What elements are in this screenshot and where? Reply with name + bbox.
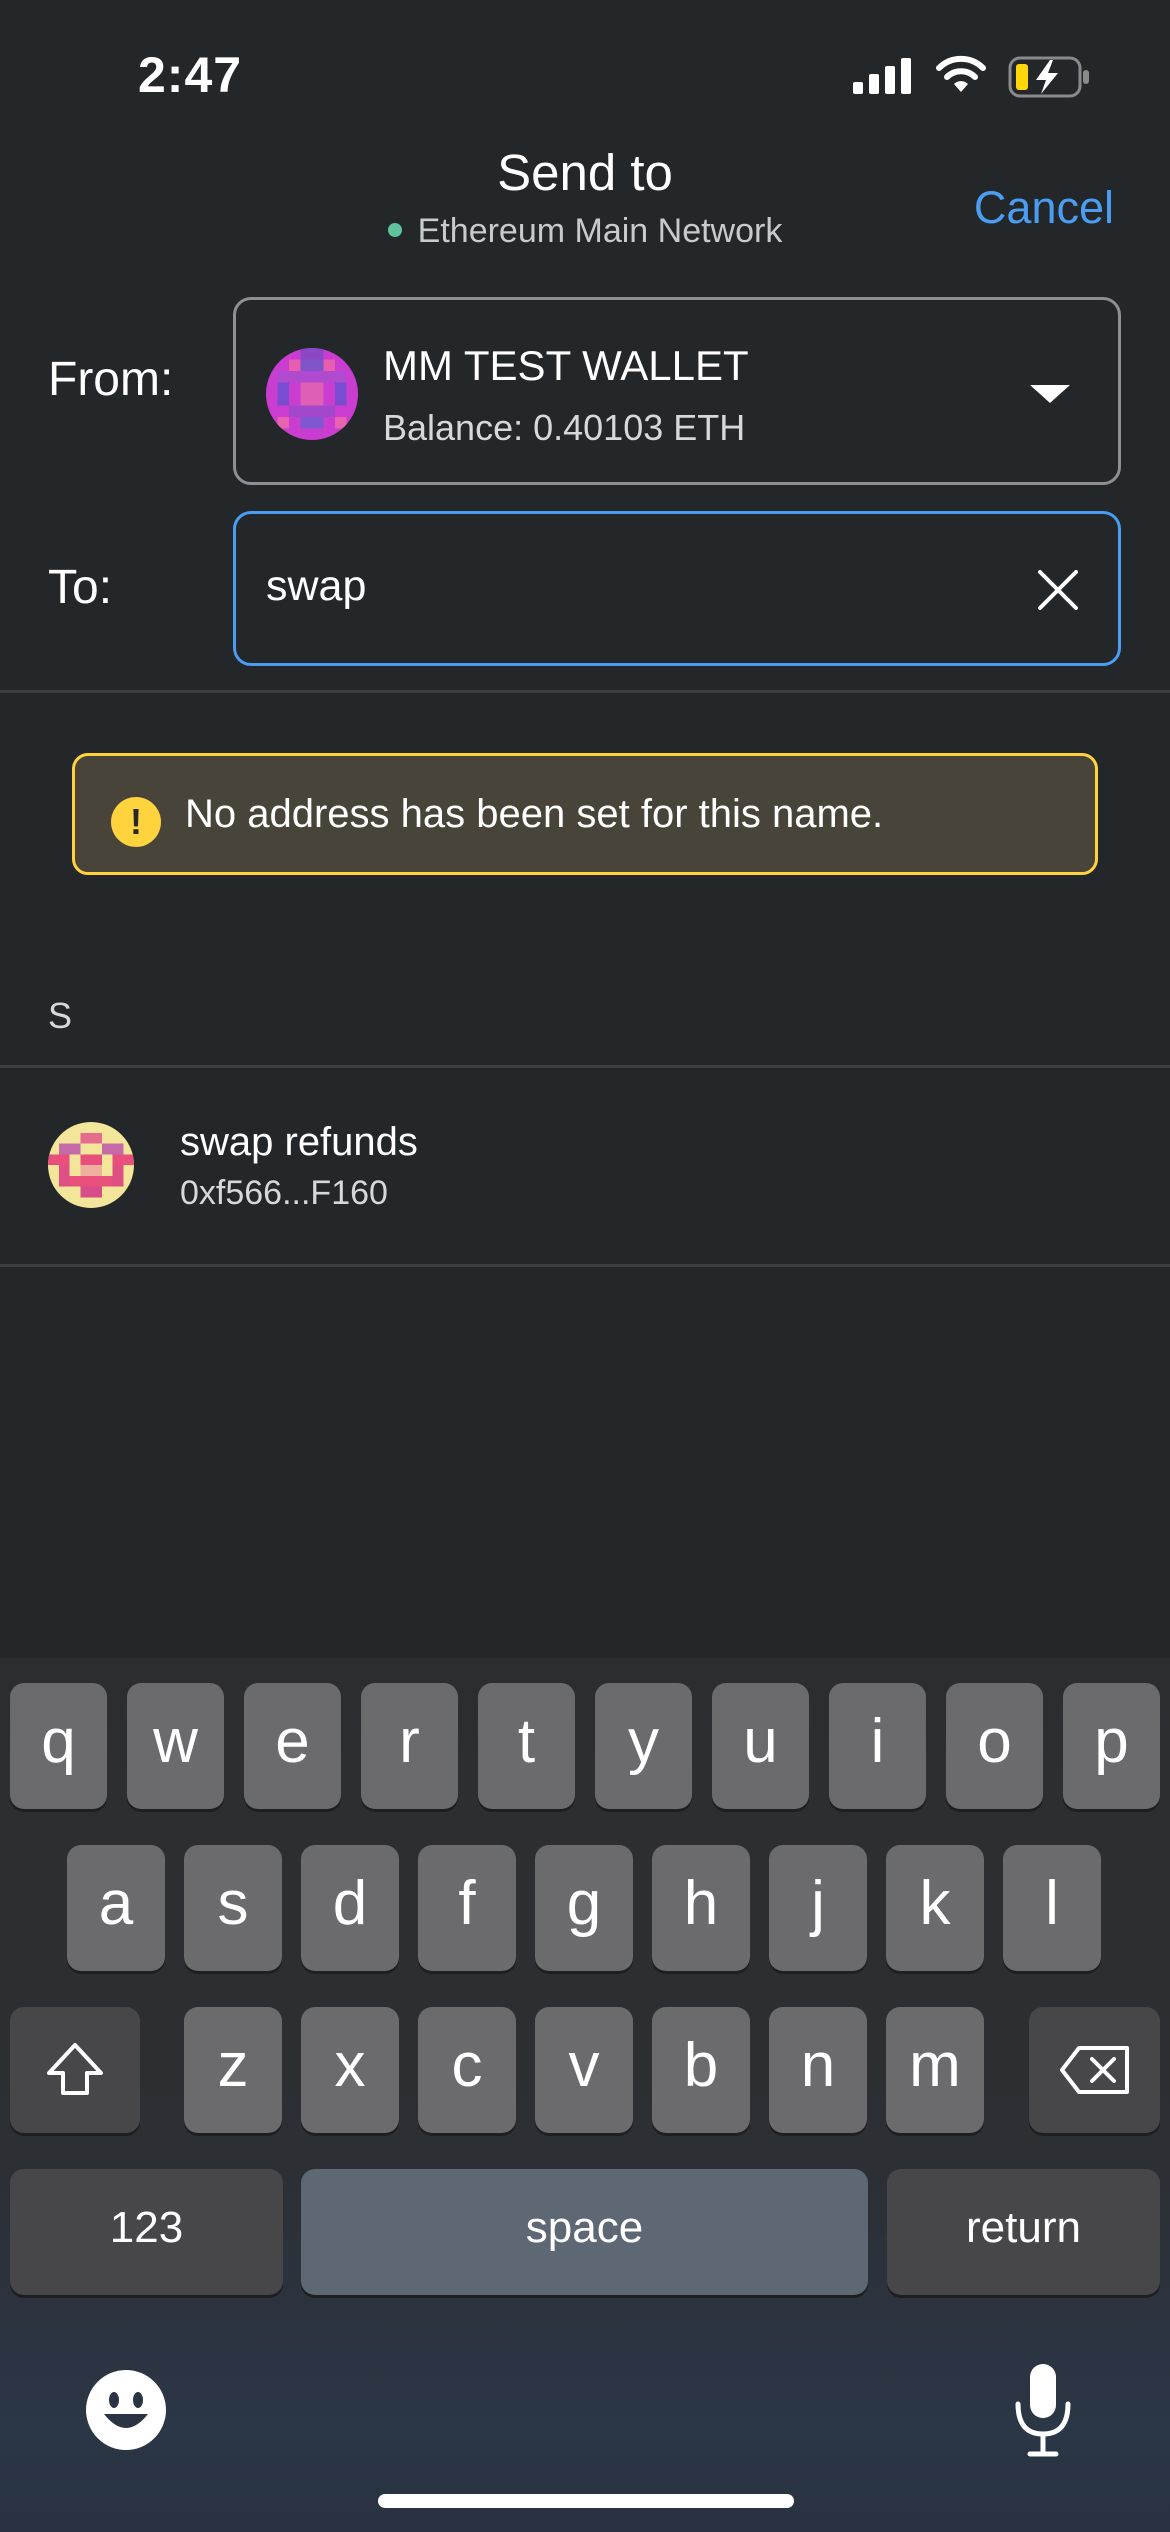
battery-charging-icon bbox=[1008, 56, 1089, 98]
microphone-icon[interactable] bbox=[1008, 2360, 1078, 2460]
from-account-selector[interactable]: MM TEST WALLET Balance: 0.40103 ETH bbox=[233, 297, 1121, 485]
contact-name: swap refunds bbox=[180, 1120, 418, 1164]
key-f[interactable]: f bbox=[418, 1845, 516, 1971]
key-o[interactable]: o bbox=[946, 1683, 1043, 1809]
signal-icon bbox=[853, 58, 911, 94]
key-i[interactable]: i bbox=[829, 1683, 926, 1809]
from-label: From: bbox=[48, 353, 174, 406]
key-d[interactable]: d bbox=[301, 1845, 399, 1971]
key-m[interactable]: m bbox=[886, 2007, 984, 2133]
key-v[interactable]: v bbox=[535, 2007, 633, 2133]
wallet-balance: Balance: 0.40103 ETH bbox=[383, 407, 746, 448]
to-address-field[interactable] bbox=[233, 511, 1121, 666]
network-name: Ethereum Main Network bbox=[417, 212, 783, 250]
space-key[interactable]: space bbox=[301, 2169, 868, 2295]
shift-icon bbox=[47, 2043, 103, 2095]
key-t[interactable]: t bbox=[478, 1683, 575, 1809]
key-r[interactable]: r bbox=[361, 1683, 458, 1809]
return-key[interactable]: return bbox=[887, 2169, 1160, 2295]
warning-banner: ! No address has been set for this name. bbox=[72, 753, 1098, 875]
clear-icon[interactable] bbox=[1034, 566, 1082, 614]
numbers-key[interactable]: 123 bbox=[10, 2169, 283, 2295]
key-e[interactable]: e bbox=[244, 1683, 341, 1809]
status-bar: 2:47 bbox=[0, 0, 1170, 150]
key-p[interactable]: p bbox=[1063, 1683, 1160, 1809]
key-b[interactable]: b bbox=[652, 2007, 750, 2133]
key-a[interactable]: a bbox=[67, 1845, 165, 1971]
contact-address: 0xf566...F160 bbox=[180, 1174, 388, 1212]
key-q[interactable]: q bbox=[10, 1683, 107, 1809]
key-u[interactable]: u bbox=[712, 1683, 809, 1809]
warning-icon: ! bbox=[111, 797, 161, 847]
backspace-icon bbox=[1059, 2046, 1129, 2094]
wallet-avatar bbox=[266, 348, 358, 440]
key-g[interactable]: g bbox=[535, 1845, 633, 1971]
to-label: To: bbox=[48, 561, 113, 614]
key-w[interactable]: w bbox=[127, 1683, 224, 1809]
key-s[interactable]: s bbox=[184, 1845, 282, 1971]
wallet-name: MM TEST WALLET bbox=[383, 342, 749, 389]
shift-key[interactable] bbox=[10, 2007, 140, 2133]
key-l[interactable]: l bbox=[1003, 1845, 1101, 1971]
to-address-input[interactable] bbox=[266, 562, 966, 611]
contact-avatar bbox=[48, 1122, 134, 1208]
network-status-dot bbox=[387, 223, 402, 238]
warning-text: No address has been set for this name. bbox=[185, 792, 884, 836]
status-time: 2:47 bbox=[138, 47, 243, 103]
list-divider bbox=[0, 1264, 1170, 1267]
key-h[interactable]: h bbox=[652, 1845, 750, 1971]
emoji-icon[interactable] bbox=[84, 2368, 168, 2452]
cancel-button[interactable]: Cancel bbox=[974, 182, 1114, 234]
key-j[interactable]: j bbox=[769, 1845, 867, 1971]
backspace-key[interactable] bbox=[1029, 2007, 1160, 2133]
caret-down-icon[interactable] bbox=[1030, 385, 1070, 403]
key-c[interactable]: c bbox=[418, 2007, 516, 2133]
keyboard: q w e r t y u i o p a s d f g h j k l z … bbox=[0, 1658, 1170, 2532]
contact-list-item[interactable]: swap refunds 0xf566...F160 bbox=[0, 1068, 1170, 1264]
header-divider bbox=[0, 690, 1170, 693]
key-k[interactable]: k bbox=[886, 1845, 984, 1971]
key-y[interactable]: y bbox=[595, 1683, 692, 1809]
home-indicator[interactable] bbox=[378, 2494, 794, 2508]
key-x[interactable]: x bbox=[301, 2007, 399, 2133]
contacts-section-header: S bbox=[48, 995, 73, 1036]
wifi-icon bbox=[936, 55, 986, 92]
key-n[interactable]: n bbox=[769, 2007, 867, 2133]
key-z[interactable]: z bbox=[184, 2007, 282, 2133]
